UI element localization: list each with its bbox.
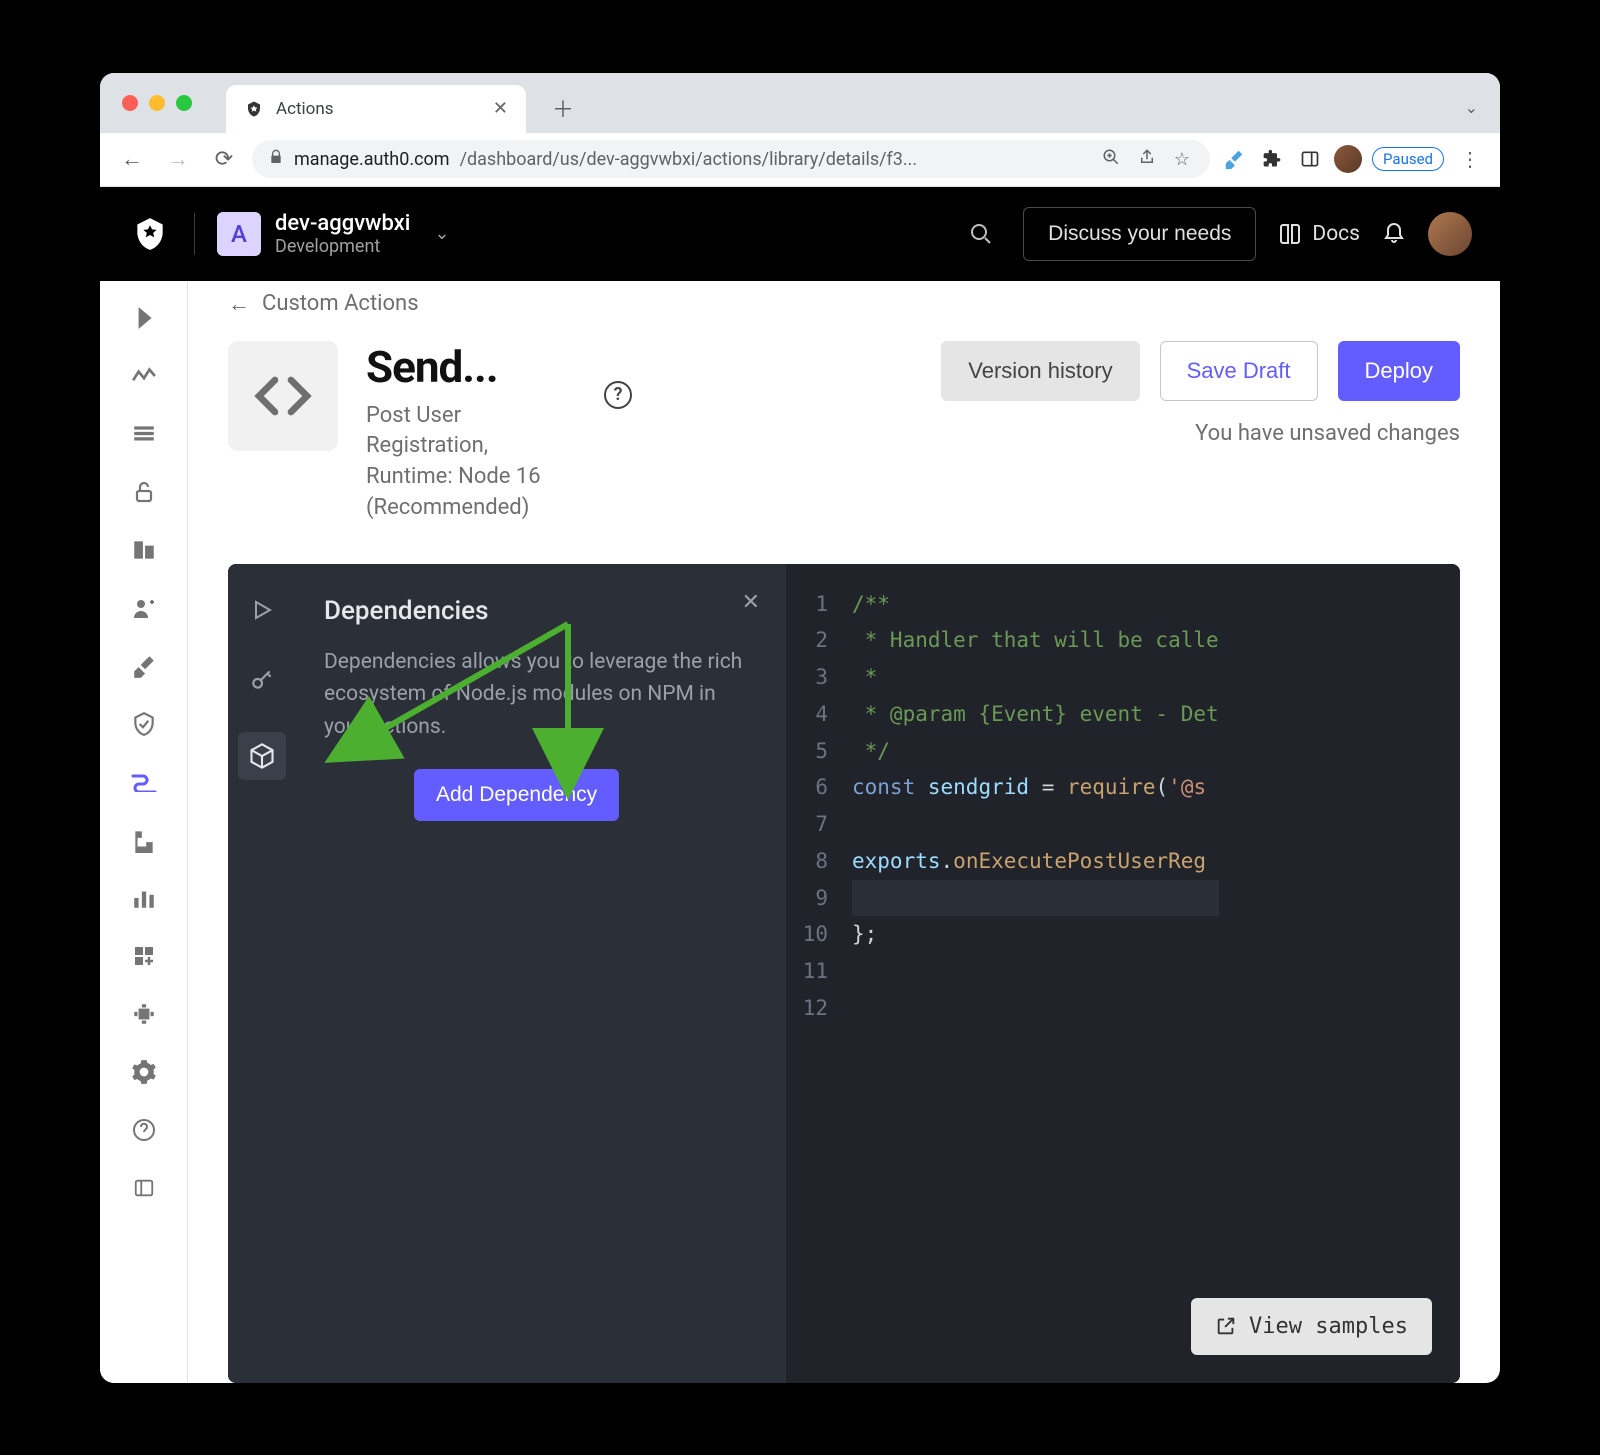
save-draft-button[interactable]: Save Draft <box>1160 341 1318 401</box>
search-button[interactable] <box>961 214 1001 254</box>
breadcrumb-label: Custom Actions <box>262 291 419 316</box>
extension-highlighter-icon[interactable] <box>1220 145 1248 173</box>
sidebar-authentication-icon[interactable] <box>129 477 159 507</box>
page-subtitle: Post User Registration, Runtime: Node 16… <box>366 401 576 524</box>
app-body: ← Custom Actions Send... Post User Regis… <box>100 281 1500 1383</box>
version-history-button[interactable]: Version history <box>941 341 1139 401</box>
profile-avatar[interactable] <box>1334 145 1362 173</box>
window-minimize[interactable] <box>149 95 165 111</box>
help-icon[interactable]: ? <box>604 381 632 409</box>
sidebar-help-icon[interactable] <box>129 1115 159 1145</box>
tenant-badge: A <box>217 212 261 256</box>
sidebar-security-icon[interactable] <box>129 709 159 739</box>
editor-area: ✕ Dependencies Dependencies allows you t… <box>228 564 1460 1383</box>
tenant-name: dev-aggvwbxi <box>275 211 410 236</box>
breadcrumb[interactable]: ← Custom Actions <box>228 291 1460 317</box>
side-panel-icon[interactable] <box>1296 145 1324 173</box>
browser-window: Actions ✕ ＋ ⌄ ← → ⟳ manage.auth0.com/das… <box>100 73 1500 1383</box>
share-icon[interactable] <box>1134 148 1160 171</box>
page-title: Send... <box>366 341 576 393</box>
dependencies-panel: ✕ Dependencies Dependencies allows you t… <box>296 564 786 1383</box>
add-dependency-button[interactable]: Add Dependency <box>414 769 619 821</box>
view-samples-button[interactable]: View samples <box>1191 1298 1432 1355</box>
tenant-switcher[interactable]: A dev-aggvwbxi Development ⌄ <box>217 211 449 257</box>
sidebar-getting-started-icon[interactable] <box>129 303 159 333</box>
code-content: /** * Handler that will be calle * * @pa… <box>842 564 1219 1383</box>
action-code-icon <box>228 341 338 451</box>
lock-icon <box>268 149 284 170</box>
view-samples-label: View samples <box>1249 1314 1408 1339</box>
window-close[interactable] <box>122 95 138 111</box>
code-editor[interactable]: 123456789101112 /** * Handler that will … <box>786 564 1460 1383</box>
nav-forward-button[interactable]: → <box>160 141 196 177</box>
address-bar-row: ← → ⟳ manage.auth0.com/dashboard/us/dev-… <box>100 133 1500 187</box>
paused-label: Paused <box>1383 150 1433 168</box>
tab-favicon-icon <box>244 99 264 119</box>
dependencies-box-icon[interactable] <box>238 732 286 780</box>
back-arrow-icon: ← <box>228 291 250 317</box>
sidebar <box>100 281 188 1383</box>
tenant-info: dev-aggvwbxi Development <box>275 211 410 257</box>
traffic-lights <box>122 95 192 111</box>
nav-reload-button[interactable]: ⟳ <box>206 141 242 177</box>
actions-column: Version history Save Draft Deploy You ha… <box>941 341 1460 446</box>
sidebar-actions-icon[interactable] <box>129 767 159 797</box>
sidebar-monitoring-icon[interactable] <box>129 883 159 913</box>
new-tab-button[interactable]: ＋ <box>552 92 574 124</box>
dependencies-description: Dependencies allows you to leverage the … <box>324 646 758 744</box>
bookmark-star-icon[interactable]: ☆ <box>1170 149 1194 170</box>
address-bar[interactable]: manage.auth0.com/dashboard/us/dev-aggvwb… <box>252 140 1210 178</box>
sidebar-branding-icon[interactable] <box>129 651 159 681</box>
sidebar-pipes-icon[interactable] <box>129 825 159 855</box>
browser-menu-icon[interactable]: ⋮ <box>1454 147 1486 171</box>
test-run-icon[interactable] <box>244 592 280 628</box>
tab-close-icon[interactable]: ✕ <box>493 98 508 119</box>
sidebar-users-icon[interactable] <box>129 593 159 623</box>
header-divider <box>194 213 195 255</box>
docs-link[interactable]: Docs <box>1278 222 1360 246</box>
auth0-logo-icon[interactable] <box>128 212 172 256</box>
book-icon <box>1278 222 1302 246</box>
sidebar-extensions-icon[interactable] <box>129 999 159 1029</box>
sidebar-collapse-icon[interactable] <box>129 1173 159 1203</box>
url-path: /dashboard/us/dev-aggvwbxi/actions/libra… <box>460 149 918 170</box>
sidebar-activity-icon[interactable] <box>129 361 159 391</box>
actions-row: Version history Save Draft Deploy <box>941 341 1460 401</box>
sidebar-marketplace-icon[interactable] <box>129 941 159 971</box>
tenant-env: Development <box>275 236 410 257</box>
extensions-puzzle-icon[interactable] <box>1258 145 1286 173</box>
tabs-overflow-icon[interactable]: ⌄ <box>1465 98 1478 117</box>
sync-paused-pill[interactable]: Paused <box>1372 147 1444 171</box>
content-header: Send... Post User Registration, Runtime:… <box>228 341 1460 524</box>
title-column: Send... Post User Registration, Runtime:… <box>366 341 576 524</box>
zoom-icon[interactable] <box>1098 148 1124 171</box>
docs-label: Docs <box>1312 222 1360 246</box>
external-link-icon <box>1215 1315 1237 1337</box>
app-header: A dev-aggvwbxi Development ⌄ Discuss you… <box>100 187 1500 281</box>
browser-titlebar: Actions ✕ ＋ ⌄ <box>100 73 1500 133</box>
sidebar-organizations-icon[interactable] <box>129 535 159 565</box>
deploy-button[interactable]: Deploy <box>1338 341 1460 401</box>
secrets-key-icon[interactable] <box>244 662 280 698</box>
nav-back-button[interactable]: ← <box>114 141 150 177</box>
sidebar-applications-icon[interactable] <box>129 419 159 449</box>
dependencies-title: Dependencies <box>324 596 758 626</box>
notifications-icon[interactable] <box>1382 219 1406 249</box>
browser-tab[interactable]: Actions ✕ <box>226 85 526 133</box>
line-gutter: 123456789101112 <box>786 564 842 1383</box>
main-content: ← Custom Actions Send... Post User Regis… <box>188 281 1500 1383</box>
sidebar-settings-icon[interactable] <box>129 1057 159 1087</box>
user-avatar[interactable] <box>1428 212 1472 256</box>
discuss-button[interactable]: Discuss your needs <box>1023 207 1256 261</box>
editor-toolbar <box>228 564 296 1383</box>
chevron-down-icon: ⌄ <box>434 223 449 244</box>
panel-close-icon[interactable]: ✕ <box>742 590 760 615</box>
window-maximize[interactable] <box>176 95 192 111</box>
url-host: manage.auth0.com <box>294 149 450 170</box>
unsaved-changes-text: You have unsaved changes <box>1195 421 1460 446</box>
tab-title: Actions <box>276 99 481 119</box>
